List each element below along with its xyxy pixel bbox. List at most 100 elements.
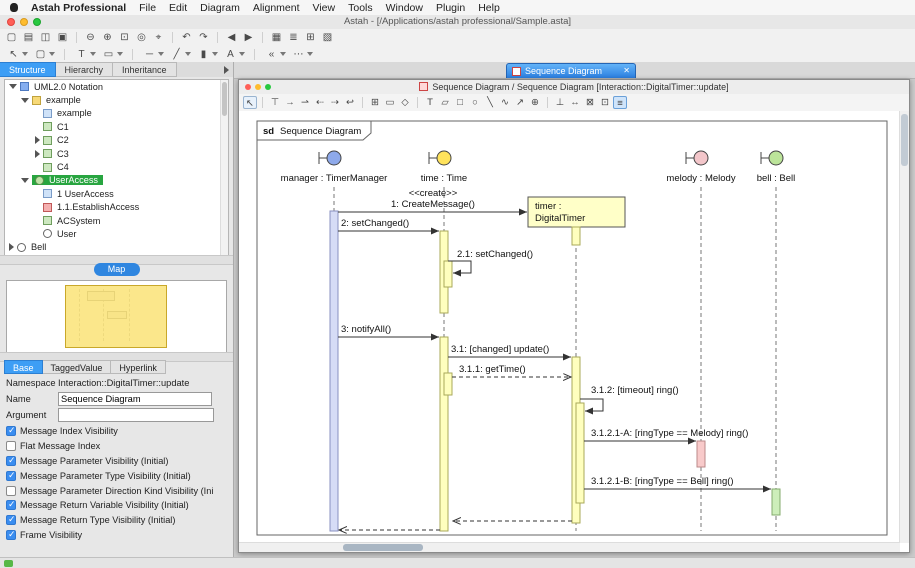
checkbox[interactable] bbox=[6, 441, 16, 451]
undo-icon[interactable]: ↶ bbox=[179, 31, 194, 44]
expander-closed-icon[interactable] bbox=[9, 243, 14, 251]
vertical-scrollbar[interactable] bbox=[899, 111, 909, 543]
sync-message-tool-icon[interactable]: → bbox=[283, 96, 297, 109]
fill-color-tool[interactable]: ▮ bbox=[196, 48, 218, 61]
message-notifyall[interactable]: 3: notifyAll() bbox=[338, 324, 439, 337]
option-row[interactable]: Message Parameter Visibility (Initial) bbox=[0, 454, 233, 469]
message-ring-melody[interactable]: 3.1.2.1-A: [ringType == Melody] ring() bbox=[584, 428, 748, 441]
zoom-in-icon[interactable]: ⊕ bbox=[100, 31, 115, 44]
menu-view[interactable]: View bbox=[313, 2, 336, 14]
lifeline-melody[interactable]: melody : Melody bbox=[666, 151, 735, 531]
option-row[interactable]: Message Parameter Type Visibility (Initi… bbox=[0, 468, 233, 483]
lifeline-bell[interactable]: bell : Bell bbox=[757, 151, 796, 531]
new-file-icon[interactable]: ▢ bbox=[4, 31, 19, 44]
activation-time-1-nested[interactable] bbox=[444, 261, 452, 287]
menu-help[interactable]: Help bbox=[478, 2, 500, 14]
lifeline-label[interactable]: melody : Melody bbox=[666, 173, 735, 184]
zoom-fit-icon[interactable]: ⊡ bbox=[117, 31, 132, 44]
fit-window-icon[interactable]: ⊡ bbox=[598, 96, 612, 109]
menu-alignment[interactable]: Alignment bbox=[253, 2, 300, 14]
activation-timer-create[interactable] bbox=[572, 227, 580, 245]
message-create[interactable]: <<create>> 1: CreateMessage() bbox=[338, 188, 527, 212]
menu-tools[interactable]: Tools bbox=[348, 2, 373, 14]
checkbox[interactable] bbox=[6, 515, 16, 525]
tab-structure[interactable]: Structure bbox=[0, 62, 56, 77]
tree-item[interactable]: C3 bbox=[5, 147, 228, 160]
argument-field[interactable] bbox=[58, 408, 214, 422]
message-update[interactable]: 3.1: [changed] update() bbox=[448, 344, 571, 357]
self-message-tool-icon[interactable]: ↩ bbox=[343, 96, 357, 109]
checkbox[interactable] bbox=[6, 486, 16, 496]
text-tool[interactable]: T bbox=[74, 48, 96, 61]
tree-scrollbar[interactable] bbox=[220, 80, 228, 257]
select-tool[interactable]: ↖ bbox=[6, 48, 28, 61]
message-label[interactable]: 2: setChanged() bbox=[341, 218, 409, 229]
state-invariant-tool-icon[interactable]: ◇ bbox=[398, 96, 412, 109]
line-color-tool[interactable]: ╱ bbox=[169, 48, 191, 61]
combined-fragment-tool-icon[interactable]: ⊞ bbox=[368, 96, 382, 109]
horizontal-scrollbar[interactable] bbox=[239, 542, 900, 552]
line-tool-icon[interactable]: ╲ bbox=[483, 96, 497, 109]
activation-timer-nested[interactable] bbox=[576, 403, 584, 503]
create-message-tool-icon[interactable]: ⇢ bbox=[328, 96, 342, 109]
option-row[interactable]: Message Index Visibility bbox=[0, 424, 233, 439]
note-tool[interactable]: ▭ bbox=[101, 48, 123, 61]
lifeline-label[interactable]: manager : TimerManager bbox=[281, 173, 388, 184]
tab-inheritance[interactable]: Inheritance bbox=[113, 62, 177, 77]
diagram-canvas[interactable]: sd Sequence Diagram manager : TimerManag… bbox=[239, 111, 900, 543]
menu-diagram[interactable]: Diagram bbox=[200, 2, 240, 14]
menu-file[interactable]: File bbox=[139, 2, 156, 14]
activation-bell[interactable] bbox=[772, 489, 780, 515]
option-row[interactable]: Message Parameter Direction Kind Visibil… bbox=[0, 483, 233, 498]
layers-icon[interactable]: ≣ bbox=[286, 31, 301, 44]
distribute-icon[interactable]: ↔ bbox=[568, 96, 582, 109]
apple-menu-icon[interactable] bbox=[10, 3, 18, 12]
tab-hierarchy[interactable]: Hierarchy bbox=[56, 62, 114, 77]
tree-item[interactable]: example bbox=[5, 93, 228, 106]
note-tool-icon[interactable]: ▱ bbox=[438, 96, 452, 109]
tree-item[interactable]: ACSystem bbox=[5, 214, 228, 227]
oval-tool-icon[interactable]: ○ bbox=[468, 96, 482, 109]
expander-open-icon[interactable] bbox=[9, 84, 17, 89]
message-stereotype[interactable]: <<create>> bbox=[409, 188, 458, 199]
checkbox[interactable] bbox=[6, 500, 16, 510]
grid-icon[interactable]: ▦ bbox=[269, 31, 284, 44]
map-panel[interactable] bbox=[6, 280, 227, 353]
lifeline-label[interactable]: time : Time bbox=[421, 173, 467, 184]
tree-item[interactable]: C4 bbox=[5, 160, 228, 173]
tree-item[interactable]: C2 bbox=[5, 134, 228, 147]
activation-manager[interactable] bbox=[330, 211, 338, 531]
table-icon[interactable]: ⊞ bbox=[303, 31, 318, 44]
async-message-tool-icon[interactable]: ⇀ bbox=[298, 96, 312, 109]
select-tool-icon[interactable]: ↖ bbox=[243, 96, 257, 109]
expander-open-icon[interactable] bbox=[21, 98, 29, 103]
tree-item[interactable]: User bbox=[5, 227, 228, 240]
map-button[interactable]: Map bbox=[94, 263, 140, 276]
message-label[interactable]: 2.1: setChanged() bbox=[457, 249, 533, 260]
message-label[interactable]: 3.1.2.1-A: [ringType == Melody] ring() bbox=[591, 428, 748, 439]
message-label[interactable]: 3.1.2: [timeout] ring() bbox=[591, 385, 679, 396]
map-viewport[interactable] bbox=[65, 285, 167, 348]
grid-snap-icon[interactable]: ≡ bbox=[613, 96, 627, 109]
back-icon[interactable]: ◀ bbox=[224, 31, 239, 44]
zoom-tool-icon[interactable]: ⊕ bbox=[528, 96, 542, 109]
more-tools[interactable]: ⋯ bbox=[291, 48, 313, 61]
tree-scrollbar-thumb[interactable] bbox=[222, 82, 227, 116]
curve-tool-icon[interactable]: ∿ bbox=[498, 96, 512, 109]
lifeline-label[interactable]: bell : Bell bbox=[757, 173, 796, 184]
activation-time-2[interactable] bbox=[440, 337, 448, 531]
interaction-use-tool-icon[interactable]: ▭ bbox=[383, 96, 397, 109]
menu-window[interactable]: Window bbox=[386, 2, 423, 14]
expander-open-icon[interactable] bbox=[21, 178, 29, 183]
line-style-tool[interactable]: ─ bbox=[142, 48, 164, 61]
object-name-line2[interactable]: DigitalTimer bbox=[535, 213, 585, 224]
redo-icon[interactable]: ↷ bbox=[196, 31, 211, 44]
object-name-line1[interactable]: timer : bbox=[535, 201, 561, 212]
option-row[interactable]: Message Return Type Visibility (Initial) bbox=[0, 513, 233, 528]
message-gettime[interactable]: 3.1.1: getTime() bbox=[452, 364, 571, 377]
message-label[interactable]: 3.1: [changed] update() bbox=[451, 344, 549, 355]
menu-plugin[interactable]: Plugin bbox=[436, 2, 465, 14]
tab-sequence-diagram[interactable]: Sequence Diagram ✕ bbox=[506, 63, 636, 78]
zoom-out-icon[interactable]: ⊖ bbox=[83, 31, 98, 44]
open-file-icon[interactable]: ▤ bbox=[21, 31, 36, 44]
